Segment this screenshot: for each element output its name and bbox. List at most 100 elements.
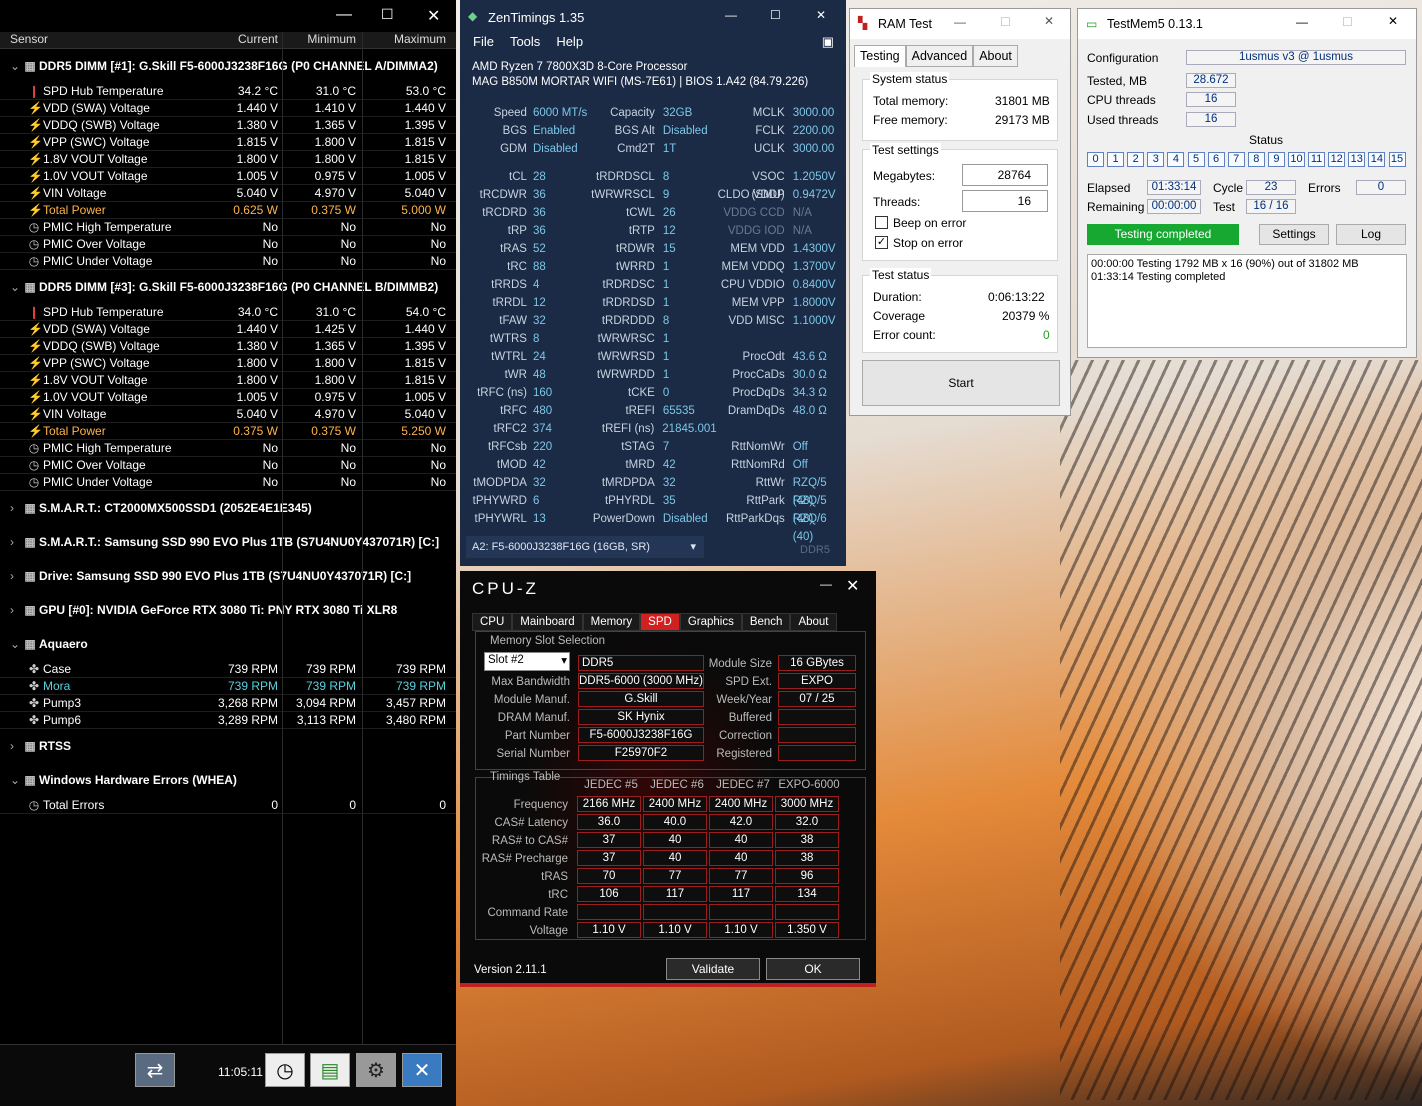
close-button[interactable]: ✕ [427, 6, 440, 26]
sensor-row[interactable]: ◷ PMIC High Temperature No No No [0, 219, 456, 236]
expand-icon[interactable]: › [10, 491, 24, 525]
sensor-row[interactable]: ⚡VIN Voltage 5.040 V 4.970 V 5.040 V [0, 406, 456, 423]
sensor-row[interactable]: ✤ Pump3 3,268 RPM 3,094 RPM 3,457 RPM [0, 695, 456, 712]
tab-about[interactable]: About [973, 45, 1018, 67]
stop-checkbox[interactable]: ✓ [875, 236, 888, 249]
collapse-icon[interactable]: ⌄ [10, 763, 24, 797]
minimize-button[interactable]: — [725, 8, 737, 22]
sensor-row[interactable]: ✤ Pump6 3,289 RPM 3,113 RPM 3,480 RPM [0, 712, 456, 729]
sensor-row[interactable]: ⚡VPP (SWC) Voltage 1.800 V 1.800 V 1.815 V [0, 355, 456, 372]
expand-icon[interactable]: › [10, 593, 24, 627]
megabytes-input[interactable]: 28764 [962, 164, 1048, 186]
sensor-row[interactable]: ◷ PMIC Under Voltage No No No [0, 253, 456, 270]
header-sensor[interactable]: Sensor [0, 32, 200, 48]
tab-graphics[interactable]: Graphics [679, 613, 742, 631]
menu-help[interactable]: Help [556, 34, 583, 56]
network-icon[interactable]: ⇄ [135, 1053, 175, 1087]
maximize-button[interactable]: ☐ [381, 6, 394, 23]
minimize-button[interactable]: — [820, 577, 832, 591]
expand-icon[interactable]: › [10, 559, 24, 593]
tab-spd[interactable]: SPD [640, 613, 680, 631]
threads-input[interactable]: 16 [962, 190, 1048, 212]
voltage-value: N/A [792, 207, 812, 219]
sensor-group[interactable]: ⌄ ▦ DDR5 DIMM [#3]: G.Skill F5-6000J3238F1… [0, 270, 456, 304]
camera-icon[interactable]: ▣ [822, 34, 834, 56]
sensor-row[interactable]: ⚡VPP (SWC) Voltage 1.815 V 1.800 V 1.815 V [0, 134, 456, 151]
sensor-row[interactable]: ❙ SPD Hub Temperature 34.2 °C 31.0 °C 53.0 °… [0, 83, 456, 100]
sensor-group[interactable]: ⌄ ▦ Aquaero [0, 627, 456, 661]
sensor-group[interactable]: › ▦ RTSS [0, 729, 456, 763]
sensor-row[interactable]: ⚡1.8V VOUT Voltage 1.800 V 1.800 V 1.815 V [0, 151, 456, 168]
log-button[interactable]: Log [1336, 224, 1406, 245]
ok-button[interactable]: OK [766, 958, 860, 980]
sensor-group[interactable]: ⌄ ▦ Windows Hardware Errors (WHEA) [0, 763, 456, 797]
sensor-row[interactable]: ⚡VDD (SWA) Voltage 1.440 V 1.425 V 1.440 V [0, 321, 456, 338]
collapse-icon[interactable]: ⌄ [10, 270, 24, 304]
expand-icon[interactable]: › [10, 729, 24, 763]
sensor-row[interactable]: ⚡1.0V VOUT Voltage 1.005 V 0.975 V 1.005 V [0, 389, 456, 406]
menu-tools[interactable]: Tools [510, 34, 540, 56]
sensor-row[interactable]: ❙ SPD Hub Temperature 34.0 °C 31.0 °C 54.0 °… [0, 304, 456, 321]
menu-file[interactable]: File [473, 34, 494, 56]
tab-memory[interactable]: Memory [582, 613, 641, 631]
stopwatch-icon[interactable]: ◷ [265, 1053, 305, 1087]
timing-value: Disabled [532, 143, 578, 155]
minimize-button[interactable]: — [954, 15, 966, 29]
header-minimum[interactable]: Minimum [282, 32, 360, 48]
sensor-row[interactable]: ⚡1.0V VOUT Voltage 1.005 V 0.975 V 1.005 V [0, 168, 456, 185]
sensor-group[interactable]: › ▦ GPU [#0]: NVIDIA GeForce RTX 3080 Ti: … [0, 593, 456, 627]
settings-button[interactable]: Settings [1259, 224, 1329, 245]
tab-bench[interactable]: Bench [741, 613, 791, 631]
close-button[interactable]: ✕ [846, 576, 859, 596]
timing-cell: 37 [577, 850, 641, 866]
sensor-row[interactable]: ✤ Case 739 RPM 739 RPM 739 RPM [0, 661, 456, 678]
sensor-group[interactable]: ⌄ ▦ DDR5 DIMM [#1]: G.Skill F5-6000J3238F1… [0, 49, 456, 83]
close-button[interactable]: ✕ [1388, 14, 1398, 28]
gear-icon[interactable]: ⚙ [356, 1053, 396, 1087]
sensor-row[interactable]: ⚡VDDQ (SWB) Voltage 1.380 V 1.365 V 1.395 V [0, 117, 456, 134]
beep-checkbox[interactable] [875, 216, 888, 229]
sensor-row[interactable]: ⚡VIN Voltage 5.040 V 4.970 V 5.040 V [0, 185, 456, 202]
voltage-value: 48.0 Ω [792, 405, 827, 417]
sensor-group[interactable]: › ▦ Drive: Samsung SSD 990 EVO Plus 1TB (S… [0, 559, 456, 593]
maximize-button[interactable]: ☐ [1342, 15, 1353, 29]
sensor-row[interactable]: ◷ PMIC Over Voltage No No No [0, 236, 456, 253]
tab-advanced[interactable]: Advanced [905, 45, 974, 67]
sensor-group[interactable]: › ▦ S.M.A.R.T.: CT2000MX500SSD1 (2052E4E1E… [0, 491, 456, 525]
header-current[interactable]: Current [200, 32, 282, 48]
dimm-selector[interactable]: A2: F5-6000J3238F16G (16GB, SR) ▾ [466, 536, 704, 558]
sensor-row[interactable]: ⚡VDD (SWA) Voltage 1.440 V 1.410 V 1.440 V [0, 100, 456, 117]
sensor-row[interactable]: ⚡Total Power 0.375 W 0.375 W 5.250 W [0, 423, 456, 440]
sensor-row[interactable]: ◷ PMIC Under Voltage No No No [0, 474, 456, 491]
expand-icon[interactable]: › [10, 525, 24, 559]
sensor-row[interactable]: ◷ Total Errors 0 0 0 [0, 797, 456, 814]
collapse-icon[interactable]: ⌄ [10, 627, 24, 661]
tab-about[interactable]: About [790, 613, 837, 631]
minimize-button[interactable]: — [1296, 15, 1308, 29]
slot-select[interactable]: Slot #2 ▾ [484, 652, 570, 671]
tab-mainboard[interactable]: Mainboard [512, 613, 583, 631]
minimize-button[interactable]: — [336, 6, 352, 24]
sensor-row[interactable]: ⚡Total Power 0.625 W 0.375 W 5.000 W [0, 202, 456, 219]
sensor-row[interactable]: ◷ PMIC High Temperature No No No [0, 440, 456, 457]
close-button[interactable]: ✕ [1044, 14, 1054, 28]
tab-cpu[interactable]: CPU [472, 613, 513, 631]
maximize-button[interactable]: ☐ [770, 8, 781, 22]
tab-testing[interactable]: Testing [854, 45, 906, 67]
sensor-name: ⚡Total Power [0, 202, 200, 218]
close-button[interactable]: ✕ [816, 8, 826, 22]
header-maximum[interactable]: Maximum [360, 32, 450, 48]
log-file-icon[interactable]: ▤ [310, 1053, 350, 1087]
validate-button[interactable]: Validate [666, 958, 760, 980]
config-value[interactable]: 1usmus v3 @ 1usmus [1186, 50, 1406, 65]
log-output[interactable]: 00:00:00 Testing 1792 MB x 16 (90%) out … [1087, 254, 1407, 348]
sensor-row[interactable]: ✤ Mora 739 RPM 739 RPM 739 RPM [0, 678, 456, 695]
collapse-icon[interactable]: ⌄ [10, 49, 24, 83]
sensor-row[interactable]: ⚡VDDQ (SWB) Voltage 1.380 V 1.365 V 1.395 V [0, 338, 456, 355]
maximize-button[interactable]: ☐ [1000, 15, 1011, 29]
close-icon[interactable]: ✕ [402, 1053, 442, 1087]
sensor-group[interactable]: › ▦ S.M.A.R.T.: Samsung SSD 990 EVO Plus 1… [0, 525, 456, 559]
sensor-row[interactable]: ⚡1.8V VOUT Voltage 1.800 V 1.800 V 1.815 V [0, 372, 456, 389]
start-button[interactable]: Start [862, 360, 1060, 406]
sensor-row[interactable]: ◷ PMIC Over Voltage No No No [0, 457, 456, 474]
